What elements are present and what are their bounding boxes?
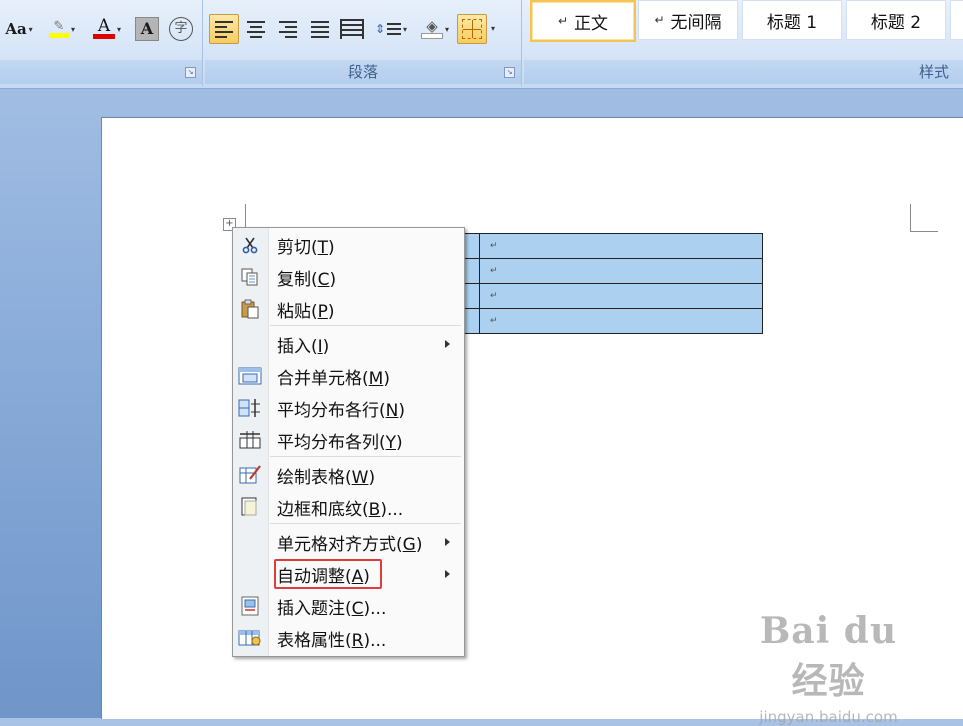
style-heading-1[interactable]: 标题 1 [742, 0, 842, 40]
paragraph-group-label: 段落 [205, 60, 521, 84]
draw-table-icon [238, 464, 262, 486]
context-menu: 剪切(T) 复制(C) 粘贴(P) 插入(I) 合并单元格(M) 平均分布各行(N) 平均分… [232, 227, 465, 657]
line-spacing-button[interactable]: ⇕ ▾ [371, 14, 411, 44]
submenu-arrow-icon [445, 538, 450, 546]
menu-separator [270, 325, 461, 326]
distributed-button[interactable] [337, 14, 367, 44]
menu-item-cell-alignment[interactable]: 单元格对齐方式(G) [233, 527, 464, 557]
styles-group-label: 样式 [524, 60, 963, 84]
align-right-icon [279, 20, 297, 38]
font-group: Aa ▾ ✎ ▾ A ▾ A 字 ↘ [0, 0, 203, 86]
paste-icon [238, 298, 262, 320]
borders-dropdown-icon[interactable]: ▾ [491, 24, 495, 33]
menu-item-label: 平均分布各行(N) [277, 400, 405, 421]
menu-item-distribute-rows[interactable]: 平均分布各行(N) [233, 393, 464, 423]
crop-mark [910, 231, 938, 232]
styles-group: ↵ 正文 ↵ 无间隔 标题 1 标题 2 样式 [524, 0, 963, 86]
table-cell[interactable]: ↵ [479, 233, 763, 259]
distribute-rows-icon [238, 397, 262, 419]
scissors-icon [238, 234, 262, 256]
font-color-icon: A [92, 18, 115, 39]
menu-separator [270, 523, 461, 524]
menu-item-insert-caption[interactable]: 插入题注(C)... [233, 591, 464, 621]
menu-item-borders-and-shading[interactable]: 边框和底纹(B)... [233, 492, 464, 522]
highlighter-icon: ✎ [48, 20, 69, 38]
menu-item-label: 插入题注(C)... [277, 598, 387, 619]
table-cell[interactable]: ↵ [479, 258, 763, 284]
paint-bucket-icon: ◈ [420, 19, 443, 39]
borders-shading-icon [238, 496, 262, 518]
text-highlight-button[interactable]: ✎ ▾ [42, 14, 82, 44]
menu-item-label: 剪切(T) [277, 237, 335, 258]
insert-caption-icon [238, 595, 262, 617]
menu-item-label: 合并单元格(M) [277, 368, 390, 389]
menu-separator [270, 456, 461, 457]
menu-item-label: 粘贴(P) [277, 301, 335, 322]
distributed-icon [340, 19, 364, 39]
font-color-button[interactable]: A ▾ [86, 14, 128, 44]
submenu-arrow-icon [445, 340, 450, 348]
menu-item-copy[interactable]: 复制(C) [233, 262, 464, 292]
menu-item-insert[interactable]: 插入(I) [233, 329, 464, 359]
menu-item-label: 绘制表格(W) [277, 467, 376, 488]
baidu-jingyan-watermark: Bai du 经验 jingyan.baidu.com [759, 610, 898, 726]
style-normal[interactable]: ↵ 正文 [530, 0, 636, 42]
menu-item-draw-table[interactable]: 绘制表格(W) [233, 460, 464, 490]
submenu-arrow-icon [445, 570, 450, 578]
menu-item-distribute-columns[interactable]: 平均分布各列(Y) [233, 425, 464, 455]
shading-button[interactable]: ◈ ▾ [415, 14, 455, 44]
distribute-columns-icon [238, 429, 262, 451]
crop-mark [910, 204, 911, 232]
style-heading-2[interactable]: 标题 2 [846, 0, 946, 40]
justify-button[interactable] [305, 14, 335, 44]
menu-item-label: 复制(C) [277, 269, 337, 290]
style-no-spacing[interactable]: ↵ 无间隔 [638, 0, 738, 40]
borders-button[interactable] [457, 14, 487, 44]
change-case-button[interactable]: Aa ▾ [0, 14, 38, 44]
menu-item-label: 插入(I) [277, 336, 330, 357]
copy-icon [238, 266, 262, 288]
menu-item-merge-cells[interactable]: 合并单元格(M) [233, 361, 464, 391]
align-center-icon [247, 20, 265, 38]
justify-icon [311, 20, 329, 38]
menu-item-label: 单元格对齐方式(G) [277, 534, 423, 555]
table-cell[interactable]: ↵ [479, 283, 763, 309]
character-shading-button[interactable]: A [132, 14, 162, 44]
paragraph-group: ⇕ ▾ ◈ ▾ ▾ 段落 ↘ [205, 0, 522, 86]
table-properties-icon [238, 627, 262, 649]
menu-item-label: 边框和底纹(B)... [277, 499, 404, 520]
font-group-label [0, 60, 202, 84]
menu-item-label: 平均分布各列(Y) [277, 432, 403, 453]
merge-cells-icon [238, 365, 262, 387]
enclose-characters-button[interactable]: 字 [165, 14, 197, 44]
table-cell[interactable]: ↵ [479, 308, 763, 334]
menu-item-paste[interactable]: 粘贴(P) [233, 294, 464, 324]
borders-icon [462, 19, 482, 39]
menu-item-cut[interactable]: 剪切(T) [233, 230, 464, 260]
align-left-icon [215, 20, 233, 38]
align-left-button[interactable] [209, 14, 239, 44]
line-spacing-icon: ⇕ [375, 22, 402, 36]
menu-item-label: 表格属性(R)... [277, 630, 387, 651]
align-right-button[interactable] [273, 14, 303, 44]
style-more[interactable] [950, 0, 963, 40]
ribbon: Aa ▾ ✎ ▾ A ▾ A 字 ↘ ⇕ ▾ ◈ ▾ ▾ 段落 ↘ ↵ 正文 ↵… [0, 0, 963, 89]
menu-item-table-properties[interactable]: 表格属性(R)... [233, 623, 464, 653]
annotation-highlight-box [274, 559, 382, 589]
align-center-button[interactable] [241, 14, 271, 44]
font-dialog-launcher-icon[interactable]: ↘ [185, 67, 196, 78]
paragraph-dialog-launcher-icon[interactable]: ↘ [504, 67, 515, 78]
